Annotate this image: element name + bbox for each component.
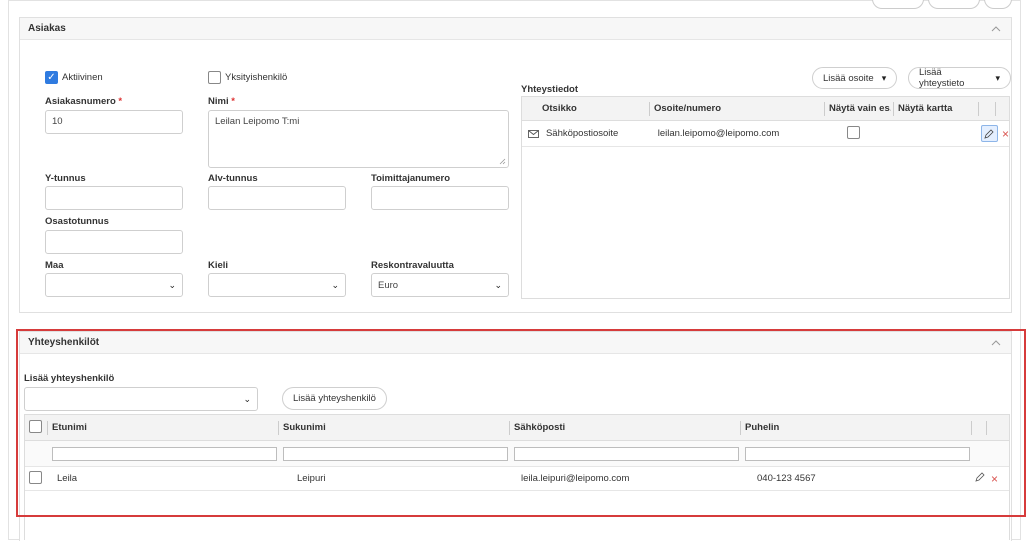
private-checkbox[interactable]: [208, 71, 221, 84]
delete-x-icon[interactable]: ×: [1002, 127, 1009, 141]
country-label: Maa: [45, 260, 64, 271]
vat-id-label: Alv-tunnus: [208, 173, 258, 184]
column-address[interactable]: Osoite/numero: [654, 103, 824, 114]
ledger-currency-label: Reskontravaluutta: [371, 260, 454, 271]
country-select[interactable]: ⌄: [45, 273, 183, 297]
department-label: Osastotunnus: [45, 216, 109, 227]
contact-info-grid: Otsikko Osoite/numero Näytä vain es… Näy…: [521, 96, 1010, 299]
show-only-checkbox[interactable]: [847, 125, 861, 139]
active-label: Aktiivinen: [62, 72, 103, 83]
vat-id-input[interactable]: [208, 186, 346, 210]
customer-panel: Asiakas ✓ Aktiivinen Yksityishenkilö Asi…: [19, 17, 1012, 313]
contact-info-grid-header: Otsikko Osoite/numero Näytä vain es… Näy…: [522, 97, 1009, 121]
private-checkbox-row[interactable]: Yksityishenkilö: [208, 71, 287, 84]
ledger-currency-select[interactable]: Euro ⌄: [371, 273, 509, 297]
toolbar-button-2[interactable]: [928, 0, 980, 9]
customer-panel-header[interactable]: Asiakas: [20, 18, 1011, 40]
contact-info-row[interactable]: Sähköpostiosoite leilan.leipomo@leipomo.…: [522, 121, 1009, 147]
edit-pencil-icon[interactable]: [981, 125, 998, 142]
chevron-down-icon: ⌄: [494, 279, 502, 290]
caret-down-icon: ▾: [995, 72, 1000, 83]
column-title[interactable]: Otsikko: [542, 103, 649, 114]
row-address: leilan.leipomo@leipomo.com: [657, 128, 780, 139]
highlight-box: [16, 329, 1026, 517]
add-address-button[interactable]: Lisää osoite ▾: [812, 67, 898, 89]
department-input[interactable]: [45, 230, 183, 254]
add-contact-info-button[interactable]: Lisää yhteystieto ▾: [908, 67, 1011, 89]
caret-down-icon: ▾: [881, 72, 887, 83]
business-id-input[interactable]: [45, 186, 183, 210]
language-label: Kieli: [208, 260, 229, 271]
resize-handle-icon[interactable]: [499, 158, 506, 165]
chevron-down-icon: ⌄: [168, 279, 176, 290]
column-show-map[interactable]: Näytä kartta: [898, 103, 978, 114]
active-checkbox[interactable]: ✓: [45, 71, 58, 84]
contact-info-title: Yhteystiedot: [521, 84, 579, 95]
ledger-currency-value: Euro: [378, 279, 399, 291]
customer-panel-title: Asiakas: [28, 23, 66, 34]
app-frame: Asiakas ✓ Aktiivinen Yksityishenkilö Asi…: [0, 0, 1030, 544]
supplier-number-input[interactable]: [371, 186, 509, 210]
toolbar-button-3[interactable]: [984, 0, 1012, 9]
business-id-label: Y-tunnus: [45, 173, 86, 184]
page: Asiakas ✓ Aktiivinen Yksityishenkilö Asi…: [8, 0, 1026, 541]
supplier-number-label: Toimittajanumero: [371, 173, 450, 184]
language-select[interactable]: ⌄: [208, 273, 346, 297]
chevron-up-icon[interactable]: [989, 22, 1003, 36]
active-checkbox-row[interactable]: ✓ Aktiivinen: [45, 71, 103, 84]
toolbar-button-1[interactable]: [872, 0, 924, 9]
envelope-icon: [522, 129, 546, 138]
name-label: Nimi *: [208, 96, 235, 107]
customer-number-input[interactable]: 10: [45, 110, 183, 134]
name-value: Leilan Leipomo T:mi: [215, 116, 300, 127]
private-label: Yksityishenkilö: [225, 72, 288, 83]
chevron-down-icon: ⌄: [331, 279, 339, 290]
column-show-only[interactable]: Näytä vain es…: [829, 103, 891, 114]
customer-number-label: Asiakasnumero *: [45, 96, 123, 107]
name-textarea[interactable]: Leilan Leipomo T:mi: [208, 110, 509, 168]
row-title: Sähköpostiosoite: [545, 128, 619, 139]
top-toolbar: [872, 0, 1012, 9]
